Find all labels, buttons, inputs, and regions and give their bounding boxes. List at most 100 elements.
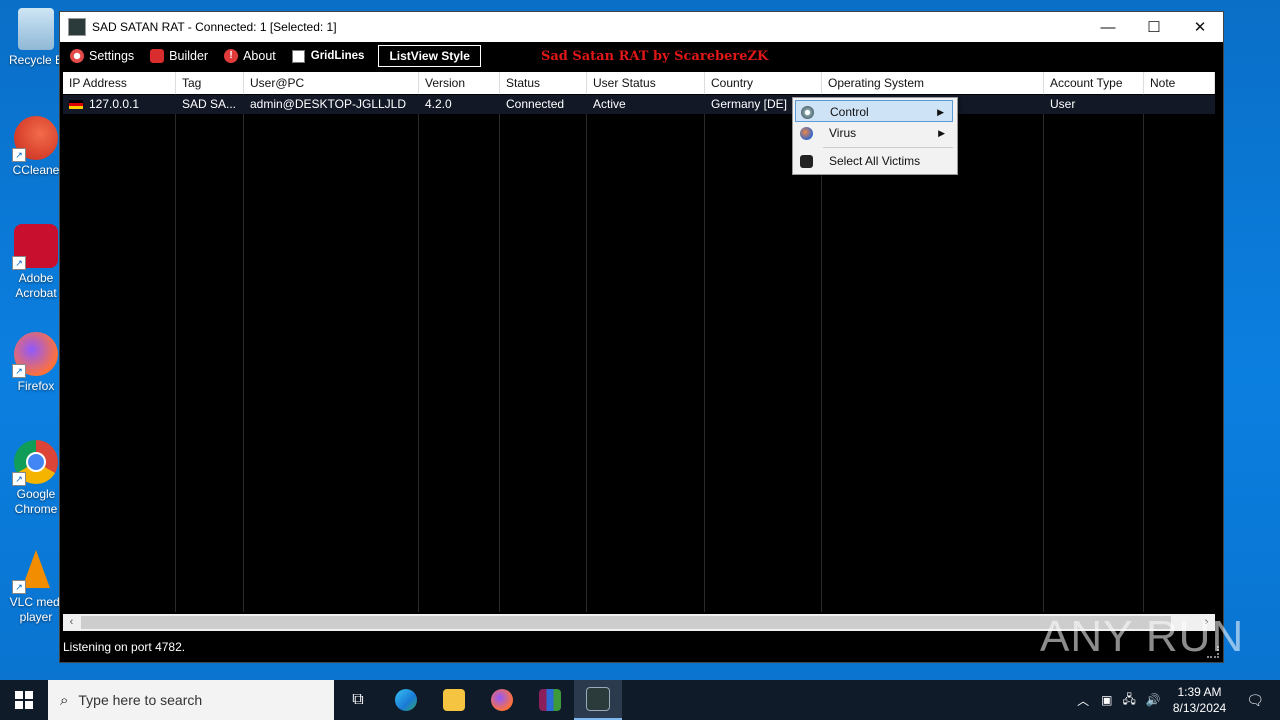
column-header-user-pc[interactable]: User@PC (244, 72, 419, 94)
notification-icon[interactable]: 🗨 (1246, 692, 1264, 709)
taskbar-file-explorer[interactable] (430, 680, 478, 720)
grid-line (175, 94, 176, 612)
status-bar-text: Listening on port 4782. (63, 640, 186, 654)
cell-user-status: Active (593, 97, 626, 111)
column-header-account-type[interactable]: Account Type (1044, 72, 1144, 94)
settings-label: Settings (89, 49, 135, 63)
cell-ip: 127.0.0.1 (63, 95, 176, 114)
info-icon: ! (224, 49, 239, 63)
table-row[interactable]: 127.0.0.1 SAD SA... admin@DESKTOP-JGLLJL… (63, 95, 1215, 114)
firefox-icon (491, 689, 513, 711)
scrollbar-thumb[interactable] (81, 616, 1171, 629)
task-view-button[interactable]: ⧉ (334, 680, 382, 720)
about-label: About (243, 49, 276, 63)
menu-item-select-all-victims[interactable]: Select All Victims (795, 150, 953, 172)
gridlines-label[interactable]: GridLines (311, 50, 365, 62)
builder-button[interactable]: Builder (150, 49, 208, 63)
column-header-tag[interactable]: Tag (176, 72, 244, 94)
rat-app-icon (586, 687, 610, 711)
vlc-icon: ↗ (12, 548, 58, 594)
submenu-arrow-icon: ▶ (937, 107, 944, 117)
desktop-icon-label: Adobe Acrobat (15, 271, 57, 300)
clock-date: 8/13/2024 (1172, 701, 1227, 715)
show-hidden-icons-icon[interactable]: ︿ (1077, 692, 1089, 709)
window-title: SAD SATAN RAT - Connected: 1 [Selected: … (92, 20, 337, 34)
grid-line (1143, 94, 1144, 612)
taskbar-search-box[interactable]: ⌕ Type here to search (48, 680, 334, 720)
edge-icon (395, 689, 417, 711)
germany-flag-icon (69, 100, 83, 110)
taskbar-winrar[interactable] (526, 680, 574, 720)
settings-icon (70, 49, 84, 63)
menu-item-label: Control (830, 105, 869, 119)
anyrun-watermark: ANY RUN (1040, 612, 1245, 661)
clock[interactable]: 1:39 AM 8/13/2024 (1173, 684, 1226, 716)
folder-icon (443, 689, 465, 711)
hacker-icon (800, 155, 813, 168)
ccleaner-icon: ↗ (12, 116, 58, 162)
taskbar: ⌕ Type here to search ⧉ ︿ ▣ 🖧 🔊 1:39 AM … (0, 680, 1280, 720)
maximize-button[interactable]: ☐ (1131, 12, 1177, 42)
firefox-icon: ↗ (12, 332, 58, 378)
builder-icon (150, 49, 165, 63)
clock-time: 1:39 AM (1177, 685, 1222, 699)
grid-line (418, 94, 419, 612)
cell-user-pc: admin@DESKTOP-JGLLJLD (250, 97, 407, 111)
virus-icon (800, 127, 813, 140)
about-button[interactable]: ! About (224, 49, 276, 63)
builder-label: Builder (169, 49, 209, 63)
title-bar[interactable]: SAD SATAN RAT - Connected: 1 [Selected: … (60, 12, 1223, 42)
windows-logo-icon (15, 691, 33, 709)
taskbar-firefox[interactable] (478, 680, 526, 720)
listview-style-button[interactable]: ListView Style (378, 45, 481, 67)
toolbar: Settings Builder ! About GridLines ListV… (60, 42, 1223, 70)
column-header-status[interactable]: Status (500, 72, 587, 94)
settings-button[interactable]: Settings (70, 49, 134, 63)
search-placeholder: Type here to search (78, 692, 203, 708)
cell-tag: SAD SA... (182, 97, 237, 111)
desktop-icon-label: Google Chrome (14, 487, 58, 516)
banner-text: Sad Satan RAT by ScarebereZK (540, 48, 769, 64)
grid-line (1043, 94, 1044, 612)
scroll-left-arrow-icon[interactable]: ‹ (63, 614, 80, 631)
control-gear-icon (801, 106, 814, 119)
taskbar-edge[interactable] (382, 680, 430, 720)
gridlines-checkbox[interactable] (291, 49, 305, 63)
start-button[interactable] (0, 680, 48, 720)
network-icon[interactable]: 🖧 (1122, 690, 1135, 711)
system-tray: ︿ ▣ 🖧 🔊 1:39 AM 8/13/2024 🗨 (1077, 680, 1280, 720)
cell-account-type: User (1050, 97, 1076, 111)
listview-header: IP Address Tag User@PC Version Status Us… (63, 72, 1215, 94)
menu-item-virus[interactable]: Virus ▶ (795, 122, 953, 144)
column-header-note[interactable]: Note (1144, 72, 1215, 94)
volume-icon[interactable]: 🔊 (1146, 693, 1161, 707)
cell-version: 4.2.0 (425, 97, 452, 111)
adobe-acrobat-icon: ↗ (12, 224, 58, 270)
taskbar-sad-satan-rat[interactable] (574, 680, 622, 720)
context-menu: Control ▶ Virus ▶ Select All Victims (792, 97, 958, 175)
column-header-os[interactable]: Operating System (822, 72, 1044, 94)
desktop-icon-label: VLC medi player (9, 595, 63, 624)
app-icon (68, 18, 86, 36)
minimize-button[interactable]: — (1085, 12, 1131, 42)
menu-separator (823, 147, 953, 148)
menu-item-label: Select All Victims (829, 154, 921, 168)
column-header-version[interactable]: Version (419, 72, 500, 94)
menu-item-control[interactable]: Control ▶ (795, 100, 953, 122)
column-header-country[interactable]: Country (705, 72, 822, 94)
cell-status: Connected (506, 97, 565, 111)
desktop-icon-label: Recycle B (8, 53, 64, 67)
grid-line (499, 94, 500, 612)
rat-window: SAD SATAN RAT - Connected: 1 [Selected: … (59, 11, 1224, 663)
close-button[interactable]: ✕ (1177, 12, 1223, 42)
cell-note (1144, 95, 1215, 114)
cell-ip-text: 127.0.0.1 (89, 97, 140, 111)
device-icon[interactable]: ▣ (1101, 693, 1112, 707)
grid-line (704, 94, 705, 612)
winrar-icon (539, 689, 561, 711)
victims-listview[interactable]: IP Address Tag User@PC Version Status Us… (63, 72, 1215, 632)
desktop-icon-label: CCleane (12, 163, 60, 177)
task-view-icon: ⧉ (352, 691, 364, 708)
column-header-ip[interactable]: IP Address (63, 72, 176, 94)
column-header-user-status[interactable]: User Status (587, 72, 705, 94)
